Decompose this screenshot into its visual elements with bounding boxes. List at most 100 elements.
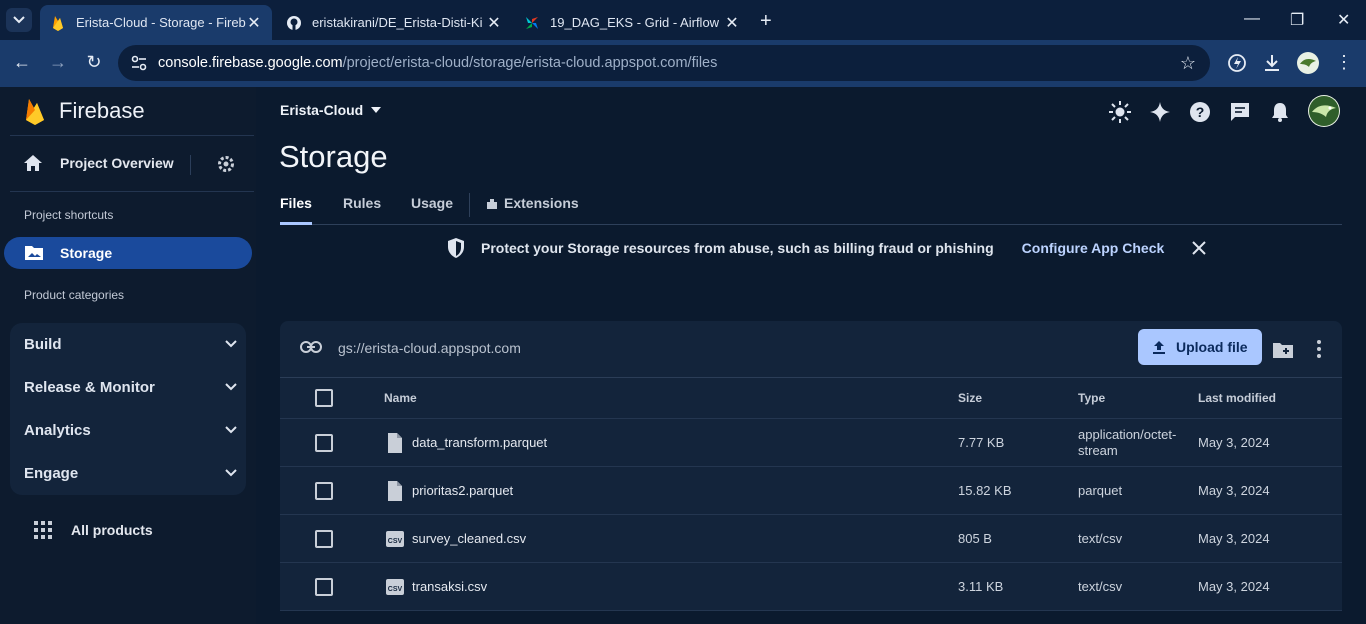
profile-avatar[interactable]: [1297, 52, 1319, 74]
category-build[interactable]: Build: [24, 323, 238, 366]
reload-icon[interactable]: ↻: [82, 52, 106, 73]
airflow-icon: [526, 16, 538, 29]
github-icon: [287, 15, 301, 30]
svg-text:CSV: CSV: [388, 538, 403, 545]
column-name[interactable]: Name: [384, 391, 417, 405]
tab-usage[interactable]: Usage: [411, 195, 453, 211]
project-overview-label: Project Overview: [60, 155, 174, 171]
firebase-brand[interactable]: Firebase: [24, 97, 145, 125]
shortcuts-label: Project shortcuts: [24, 208, 114, 222]
more-options-icon[interactable]: [1316, 339, 1322, 359]
download-icon[interactable]: [1261, 52, 1283, 74]
extension-icon[interactable]: [1226, 52, 1248, 74]
bird-avatar-icon: [1309, 96, 1339, 126]
tab-search-button[interactable]: [6, 8, 32, 32]
close-icon[interactable]: ✕: [724, 13, 740, 33]
notifications-bell-icon[interactable]: [1269, 101, 1291, 123]
file-modified: May 3, 2024: [1198, 483, 1270, 498]
grid-icon: [34, 521, 52, 539]
browser-toolbar: ← → ↻ console.firebase.google.com/projec…: [0, 40, 1366, 87]
category-label: Analytics: [24, 422, 91, 439]
caret-down-icon: [371, 107, 382, 113]
upload-file-button[interactable]: Upload file: [1138, 329, 1262, 365]
firebase-logo-icon: [26, 99, 44, 125]
chevron-down-icon: [225, 426, 237, 434]
chevron-down-icon: [225, 340, 237, 348]
site-settings-icon[interactable]: [130, 54, 148, 72]
restore-icon[interactable]: ❐: [1290, 10, 1304, 30]
category-label: Build: [24, 336, 62, 353]
table-row[interactable]: CSV transaksi.csv 3.11 KB text/csv May 3…: [280, 563, 1342, 611]
file-name[interactable]: survey_cleaned.csv: [412, 531, 526, 546]
all-products-label: All products: [71, 522, 153, 538]
browser-tab-airflow[interactable]: 19_DAG_EKS - Grid - Airflow ✕: [514, 5, 750, 40]
file-size: 805 B: [958, 531, 992, 546]
row-checkbox[interactable]: [315, 578, 333, 596]
sidebar-item-storage[interactable]: Storage: [4, 237, 252, 269]
address-bar[interactable]: console.firebase.google.com/project/eris…: [118, 45, 1210, 81]
browser-menu-icon[interactable]: ⋮: [1332, 52, 1356, 73]
new-folder-icon[interactable]: [1272, 341, 1294, 359]
bucket-url[interactable]: gs://erista-cloud.appspot.com: [338, 340, 521, 356]
sidebar: Firebase Project Overview Project shortc…: [0, 87, 256, 624]
column-type[interactable]: Type: [1078, 391, 1105, 405]
minimize-icon[interactable]: —: [1244, 10, 1260, 28]
category-label: Release & Monitor: [24, 379, 155, 396]
tab-rules[interactable]: Rules: [343, 195, 381, 211]
url-path: /project/erista-cloud/storage/erista-clo…: [342, 55, 718, 71]
column-last-modified[interactable]: Last modified: [1198, 391, 1276, 405]
divider: [10, 135, 254, 136]
row-checkbox[interactable]: [315, 482, 333, 500]
csv-icon: CSV: [386, 579, 404, 595]
theme-sun-icon[interactable]: [1109, 101, 1131, 123]
divider: [10, 191, 254, 192]
user-avatar[interactable]: [1308, 95, 1340, 127]
row-checkbox[interactable]: [315, 434, 333, 452]
page-title: Storage: [279, 139, 388, 174]
category-analytics[interactable]: Analytics: [24, 409, 238, 452]
gear-icon[interactable]: [216, 154, 236, 174]
file-name[interactable]: prioritas2.parquet: [412, 483, 513, 498]
category-release-monitor[interactable]: Release & Monitor: [24, 366, 238, 409]
bookmark-star-icon[interactable]: ☆: [1180, 53, 1196, 74]
table-row[interactable]: CSV survey_cleaned.csv 805 B text/csv Ma…: [280, 515, 1342, 563]
new-tab-icon[interactable]: +: [760, 10, 772, 33]
table-row[interactable]: data_transform.parquet 7.77 KB applicati…: [280, 419, 1342, 467]
tab-extensions[interactable]: Extensions: [504, 195, 579, 211]
forward-icon[interactable]: →: [46, 52, 70, 73]
sidebar-item-label: Storage: [60, 245, 113, 261]
column-size[interactable]: Size: [958, 391, 982, 405]
upload-label: Upload file: [1176, 339, 1248, 355]
file-name[interactable]: transaksi.csv: [412, 579, 487, 594]
table-row[interactable]: prioritas2.parquet 15.82 KB parquet May …: [280, 467, 1342, 515]
gemini-sparkle-icon[interactable]: [1149, 101, 1171, 123]
tab-title: Erista-Cloud - Storage - Firebase: [76, 15, 246, 30]
file-type-continued: stream: [1078, 443, 1118, 458]
browser-tab-firebase[interactable]: Erista-Cloud - Storage - Firebase ✕: [40, 5, 272, 40]
file-size: 7.77 KB: [958, 435, 1005, 450]
close-window-icon[interactable]: ✕: [1337, 10, 1350, 30]
category-engage[interactable]: Engage: [24, 452, 238, 495]
file-name[interactable]: data_transform.parquet: [412, 435, 547, 450]
file-type: text/csv: [1078, 579, 1123, 594]
link-icon[interactable]: [300, 340, 322, 354]
close-icon[interactable]: ✕: [486, 13, 502, 33]
row-checkbox[interactable]: [315, 530, 333, 548]
tab-files[interactable]: Files: [280, 195, 312, 225]
back-icon[interactable]: ←: [10, 52, 34, 73]
close-icon[interactable]: ✕: [246, 13, 262, 33]
browser-tab-github[interactable]: eristakirani/DE_Erista-Disti-Kirani ✕: [276, 5, 512, 40]
close-icon[interactable]: [1192, 241, 1206, 255]
file-modified: May 3, 2024: [1198, 435, 1270, 450]
bird-avatar-icon: [1300, 59, 1316, 67]
configure-app-check-link[interactable]: Configure App Check: [1022, 240, 1165, 256]
storage-icon: [25, 246, 43, 260]
feedback-icon[interactable]: [1229, 101, 1251, 123]
file-modified: May 3, 2024: [1198, 579, 1270, 594]
select-all-checkbox[interactable]: [315, 389, 333, 407]
all-products-link[interactable]: All products: [34, 521, 153, 539]
file-icon: [388, 481, 402, 501]
project-selector[interactable]: Erista-Cloud: [280, 102, 382, 118]
help-icon[interactable]: ?: [1189, 101, 1211, 123]
project-overview-link[interactable]: Project Overview: [22, 153, 174, 173]
